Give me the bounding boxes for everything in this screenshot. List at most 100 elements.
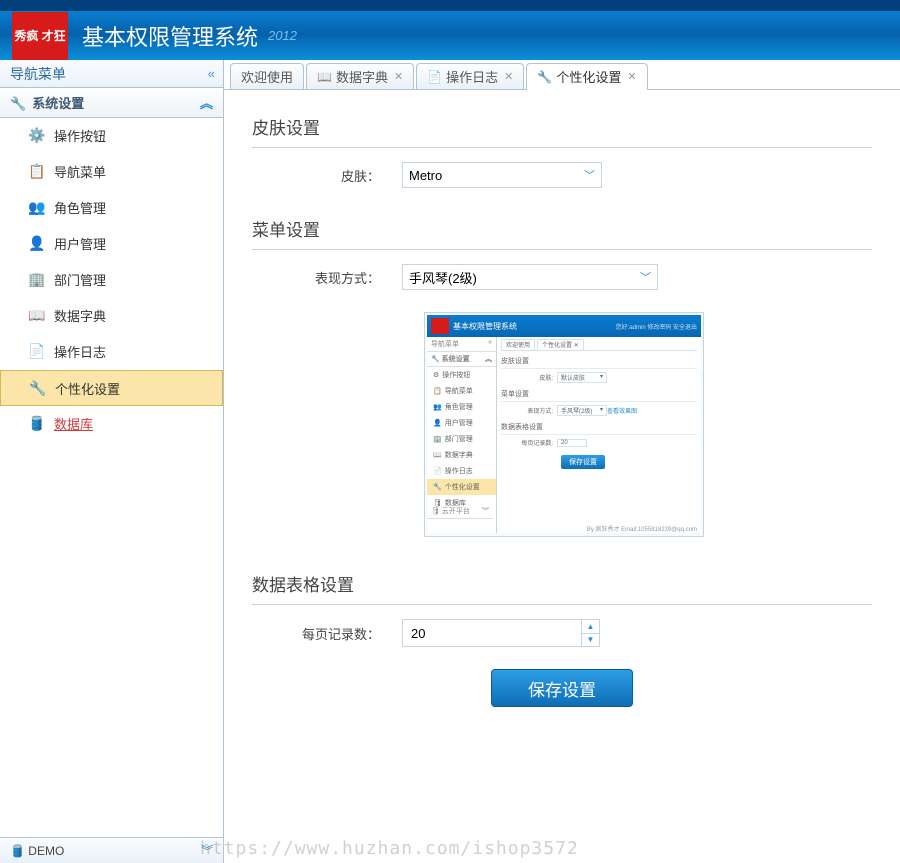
menu-preview-image: 基本权限管理系统 您好:admin 修改密码 安全退出 导航菜单« 🔧 系统设置… (424, 312, 704, 537)
combo-value: Metro (409, 168, 442, 183)
nav-label: 部门管理 (54, 270, 106, 289)
wrench-icon: 🔧 (537, 70, 552, 84)
nav-item-database[interactable]: 🛢️ 数据库 (0, 406, 223, 442)
user-icon: 👤 (28, 235, 46, 253)
nav-item-action-button[interactable]: ⚙️ 操作按钮 (0, 118, 223, 154)
preview-nav-item: 📄 操作日志 (427, 463, 496, 479)
preview-userinfo: 您好:admin 修改密码 安全退出 (616, 322, 697, 331)
panel-label: 系统设置 (32, 96, 84, 111)
nav-list: ⚙️ 操作按钮 📋 导航菜单 👥 角色管理 👤 用户管理 🏢 部门管理 📖 数据字典 📄 操作… (0, 118, 223, 837)
section-grid-title: 数据表格设置 (252, 565, 872, 605)
app-year: 2012 (268, 28, 297, 43)
dict-icon: 📖 (28, 307, 46, 325)
wrench-icon: 🔧 (10, 96, 26, 111)
footer-label: DEMO (28, 844, 64, 858)
panel-system-settings[interactable]: 🔧 系统设置 ︽ (0, 88, 223, 118)
nav-item-personalize[interactable]: 🔧 个性化设置 (0, 370, 223, 406)
nav-label: 数据字典 (54, 306, 106, 325)
app-title: 基本权限管理系统 (82, 20, 258, 52)
label-menu: 表现方式： (252, 268, 402, 287)
preview-nav-item: 🔧 个性化设置 (427, 479, 496, 495)
preview-sec: 数据表格设置 (501, 420, 697, 435)
db-icon: 🛢️ (10, 844, 25, 858)
nav-item-dept[interactable]: 🏢 部门管理 (0, 262, 223, 298)
spinner-down-icon[interactable]: ▼ (582, 634, 599, 647)
preview-logo (431, 318, 449, 334)
tab-label: 操作日志 (446, 67, 498, 86)
sidebar-title-text: 导航菜单 (10, 64, 66, 84)
tab-label: 数据字典 (336, 67, 388, 86)
close-icon[interactable]: ✕ (504, 70, 513, 83)
tab-bar: 欢迎使用 📖 数据字典 ✕ 📄 操作日志 ✕ 🔧 个性化设置 ✕ (224, 60, 900, 90)
nav-label: 个性化设置 (55, 379, 120, 398)
db-icon: 🛢️ (28, 415, 46, 433)
log-icon: 📄 (427, 70, 442, 84)
label-pagesize: 每页记录数： (252, 624, 402, 643)
preview-nav-item: 🏢 部门管理 (427, 431, 496, 447)
preview-nav-item: 📖 数据字典 (427, 447, 496, 463)
nav-item-nav-menu[interactable]: 📋 导航菜单 (0, 154, 223, 190)
sidebar-footer[interactable]: 🛢️ DEMO ︾ (0, 837, 223, 863)
combo-skin[interactable]: Metro ﹀ (402, 162, 602, 188)
preview-save-btn: 保存设置 (561, 455, 605, 469)
wrench-icon: 🔧 (29, 379, 47, 397)
sidebar-title: 导航菜单 « (0, 60, 223, 88)
dept-icon: 🏢 (28, 271, 46, 289)
close-icon[interactable]: ✕ (627, 70, 636, 83)
nav-label: 操作按钮 (54, 126, 106, 145)
content-area: 皮肤设置 皮肤： Metro ﹀ 菜单设置 表现方式： 手风琴(2级) ﹀ (224, 90, 900, 747)
role-icon: 👥 (28, 199, 46, 217)
preview-sec: 菜单设置 (501, 387, 697, 402)
row-grid: 每页记录数： 20 ▲ ▼ (252, 619, 872, 647)
tab-personalize[interactable]: 🔧 个性化设置 ✕ (526, 63, 647, 89)
save-button[interactable]: 保存设置 (491, 669, 633, 707)
preview-nav-item: ⚙ 操作按钮 (427, 367, 496, 383)
preview-nav-item: 👥 角色管理 (427, 399, 496, 415)
preview-sec: 皮肤设置 (501, 354, 697, 369)
row-menu: 表现方式： 手风琴(2级) ﹀ (252, 264, 872, 290)
section-menu-title: 菜单设置 (252, 210, 872, 250)
preview-nav-item: 📋 导航菜单 (427, 383, 496, 399)
combo-menu[interactable]: 手风琴(2级) ﹀ (402, 264, 658, 290)
watermark: https://www.huzhan.com/ishop3572 (200, 838, 579, 859)
tab-label: 个性化设置 (556, 67, 621, 86)
preview-panel: 系统设置 (442, 356, 470, 363)
collapse-icon[interactable]: « (208, 66, 213, 81)
preview-side-title: 导航菜单 (431, 339, 459, 349)
preview-tab: 个性化设置 (542, 343, 572, 349)
menu-icon: 📋 (28, 163, 46, 181)
gear-icon: ⚙️ (28, 127, 46, 145)
chevron-up-icon: ︽ (200, 93, 213, 112)
preview-tab: 欢迎使用 (501, 339, 535, 350)
spinner-value: 20 (403, 626, 581, 641)
nav-link-database[interactable]: 数据库 (54, 414, 93, 433)
spinner-pagesize[interactable]: 20 ▲ ▼ (402, 619, 600, 647)
nav-label: 导航菜单 (54, 162, 106, 181)
chevron-down-icon: ﹀ (584, 167, 595, 183)
spinner-up-icon[interactable]: ▲ (582, 620, 599, 634)
close-icon[interactable]: ✕ (394, 70, 403, 83)
tab-log[interactable]: 📄 操作日志 ✕ (416, 63, 524, 89)
nav-label: 操作日志 (54, 342, 106, 361)
app-logo: 秀疯 才狂 (12, 12, 68, 60)
preview-nav-item: 👤 用户管理 (427, 415, 496, 431)
chevron-down-icon: ﹀ (640, 269, 651, 285)
nav-item-dict[interactable]: 📖 数据字典 (0, 298, 223, 334)
nav-label: 角色管理 (54, 198, 106, 217)
main-area: 欢迎使用 📖 数据字典 ✕ 📄 操作日志 ✕ 🔧 个性化设置 ✕ 皮肤设置 皮肤： Metr… (224, 60, 900, 863)
app-header: 秀疯 才狂 基本权限管理系统 2012 (0, 0, 900, 60)
nav-label: 用户管理 (54, 234, 106, 253)
tab-welcome[interactable]: 欢迎使用 (230, 63, 304, 89)
tab-label: 欢迎使用 (241, 67, 293, 86)
row-skin: 皮肤： Metro ﹀ (252, 162, 872, 188)
sidebar: 导航菜单 « 🔧 系统设置 ︽ ⚙️ 操作按钮 📋 导航菜单 👥 角色管理 👤 用户管理 … (0, 60, 224, 863)
label-skin: 皮肤： (252, 166, 402, 185)
tab-dict[interactable]: 📖 数据字典 ✕ (306, 63, 414, 89)
log-icon: 📄 (28, 343, 46, 361)
nav-item-log[interactable]: 📄 操作日志 (0, 334, 223, 370)
section-skin-title: 皮肤设置 (252, 108, 872, 148)
dict-icon: 📖 (317, 70, 332, 84)
nav-item-user[interactable]: 👤 用户管理 (0, 226, 223, 262)
combo-value: 手风琴(2级) (409, 268, 477, 287)
nav-item-role[interactable]: 👥 角色管理 (0, 190, 223, 226)
